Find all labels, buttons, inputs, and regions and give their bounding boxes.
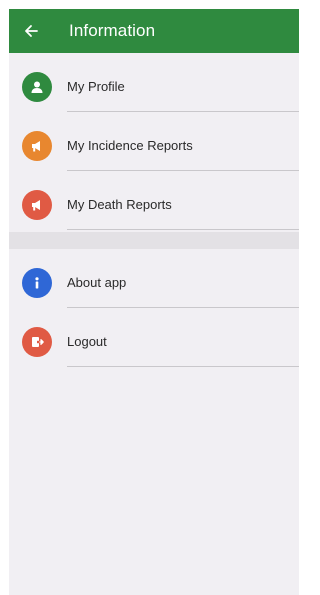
menu-item-about-app[interactable]: About app bbox=[9, 249, 299, 308]
menu-item-logout[interactable]: Logout bbox=[9, 308, 299, 367]
person-icon bbox=[22, 72, 52, 102]
divider bbox=[67, 229, 299, 230]
app-bar: Information bbox=[9, 9, 299, 53]
page-title: Information bbox=[69, 21, 156, 40]
menu-item-label: My Profile bbox=[67, 79, 125, 94]
megaphone-icon bbox=[22, 190, 52, 220]
menu-item-label: My Death Reports bbox=[67, 197, 172, 212]
back-button[interactable] bbox=[21, 21, 41, 41]
arrow-left-icon bbox=[25, 25, 38, 37]
logout-icon bbox=[22, 327, 52, 357]
menu-item-my-profile[interactable]: My Profile bbox=[9, 53, 299, 112]
megaphone-icon bbox=[22, 131, 52, 161]
menu-item-my-incidence-reports[interactable]: My Incidence Reports bbox=[9, 112, 299, 171]
menu-item-my-death-reports[interactable]: My Death Reports bbox=[9, 171, 299, 230]
menu-item-label: My Incidence Reports bbox=[67, 138, 193, 153]
menu-item-label: Logout bbox=[67, 334, 107, 349]
information-screen: Information My Profile My Incidence Repo… bbox=[9, 9, 299, 595]
info-icon bbox=[22, 268, 52, 298]
section-separator bbox=[9, 232, 299, 249]
divider bbox=[67, 366, 299, 367]
menu-item-label: About app bbox=[67, 275, 127, 290]
